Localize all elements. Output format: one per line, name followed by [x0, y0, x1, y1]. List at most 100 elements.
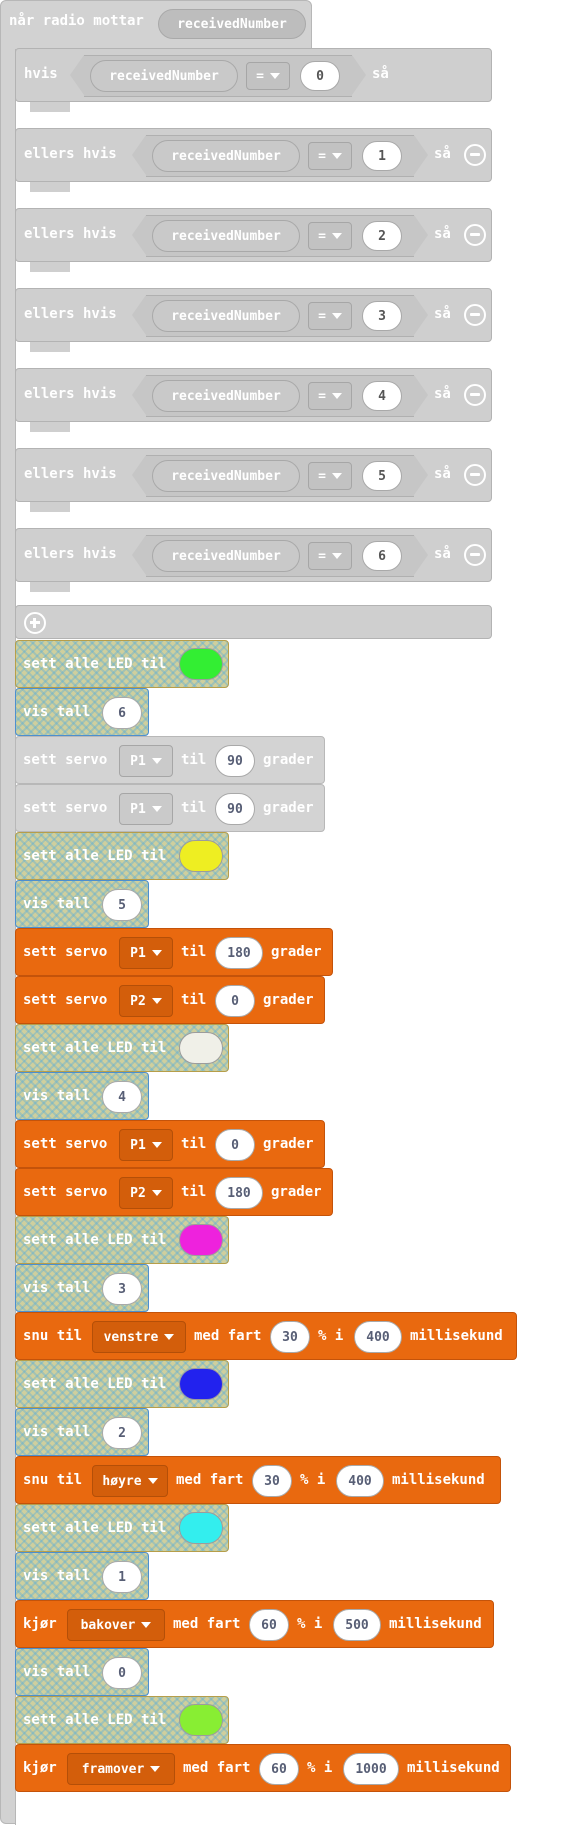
speed-value[interactable]: 30	[270, 1321, 310, 1353]
show-number-block[interactable]: vis tall 0	[15, 1648, 149, 1696]
compare-value[interactable]: 0	[300, 61, 340, 91]
operator-dropdown[interactable]: =	[308, 222, 352, 250]
set-servo-block[interactable]: sett servo P1 til 90 grader	[15, 784, 325, 832]
servo-degrees-value[interactable]: 90	[215, 793, 255, 825]
remove-branch-icon[interactable]	[464, 224, 486, 246]
speed-value[interactable]: 60	[249, 1609, 289, 1641]
operator-dropdown[interactable]: =	[308, 542, 352, 570]
set-servo-block[interactable]: sett servo P1 til 0 grader	[15, 1120, 325, 1168]
set-all-led-block[interactable]: sett alle LED til	[15, 1024, 229, 1072]
compare-block[interactable]: receivedNumber = 5	[132, 455, 428, 497]
show-number-value[interactable]: 6	[102, 697, 142, 729]
remove-branch-icon[interactable]	[464, 464, 486, 486]
remove-branch-icon[interactable]	[464, 544, 486, 566]
show-number-block[interactable]: vis tall 1	[15, 1552, 149, 1600]
led-color-swatch[interactable]	[179, 1224, 223, 1256]
compare-value[interactable]: 4	[362, 381, 402, 411]
led-color-swatch[interactable]	[179, 648, 223, 680]
variable-pill[interactable]: receivedNumber	[90, 60, 238, 92]
duration-value[interactable]: 1000	[343, 1753, 399, 1785]
set-servo-block[interactable]: sett servo P2 til 0 grader	[15, 976, 325, 1024]
show-number-value[interactable]: 0	[102, 1657, 142, 1689]
drive-direction-dropdown[interactable]: framover	[67, 1753, 175, 1785]
show-number-value[interactable]: 1	[102, 1561, 142, 1593]
remove-branch-icon[interactable]	[464, 144, 486, 166]
set-all-led-block[interactable]: sett alle LED til	[15, 1360, 229, 1408]
variable-pill[interactable]: receivedNumber	[152, 300, 300, 332]
variable-pill[interactable]: receivedNumber	[152, 380, 300, 412]
compare-block[interactable]: receivedNumber = 0	[70, 55, 366, 97]
compare-value[interactable]: 6	[362, 541, 402, 571]
compare-value[interactable]: 3	[362, 301, 402, 331]
operator-dropdown[interactable]: =	[308, 462, 352, 490]
servo-pin-dropdown[interactable]: P1	[119, 745, 173, 777]
turn-block[interactable]: snu til venstre med fart 30 % i 400 millisekun…	[15, 1312, 517, 1360]
set-all-led-block[interactable]: sett alle LED til	[15, 832, 229, 880]
speed-value[interactable]: 30	[252, 1465, 292, 1497]
servo-pin-dropdown[interactable]: P1	[119, 937, 173, 969]
drive-block[interactable]: kjør framover med fart 60 % i 1000 millisekund	[15, 1744, 511, 1792]
operator-dropdown[interactable]: =	[308, 382, 352, 410]
turn-direction-dropdown[interactable]: høyre	[92, 1465, 168, 1497]
servo-degrees-value[interactable]: 0	[215, 985, 255, 1017]
else-if-row: ellers hvis receivedNumber = 4 så	[15, 368, 492, 422]
compare-value[interactable]: 1	[362, 141, 402, 171]
remove-branch-icon[interactable]	[464, 304, 486, 326]
servo-pin-dropdown[interactable]: P1	[119, 1129, 173, 1161]
compare-block[interactable]: receivedNumber = 6	[132, 535, 428, 577]
servo-pin-dropdown[interactable]: P1	[119, 793, 173, 825]
show-number-value[interactable]: 4	[102, 1081, 142, 1113]
set-all-led-block[interactable]: sett alle LED til	[15, 640, 229, 688]
set-servo-block[interactable]: sett servo P2 til 180 grader	[15, 1168, 333, 1216]
operator-dropdown[interactable]: =	[308, 142, 352, 170]
servo-pin-dropdown[interactable]: P2	[119, 1177, 173, 1209]
remove-branch-icon[interactable]	[464, 384, 486, 406]
show-number-block[interactable]: vis tall 3	[15, 1264, 149, 1312]
compare-value[interactable]: 5	[362, 461, 402, 491]
servo-degrees-value[interactable]: 180	[215, 1177, 263, 1209]
servo-pin-dropdown[interactable]: P2	[119, 985, 173, 1017]
set-servo-block[interactable]: sett servo P1 til 180 grader	[15, 928, 333, 976]
show-number-block[interactable]: vis tall 2	[15, 1408, 149, 1456]
compare-block[interactable]: receivedNumber = 3	[132, 295, 428, 337]
servo-degrees-value[interactable]: 0	[215, 1129, 255, 1161]
compare-value[interactable]: 2	[362, 221, 402, 251]
variable-pill[interactable]: receivedNumber	[152, 140, 300, 172]
led-color-swatch[interactable]	[179, 1704, 223, 1736]
set-all-led-block[interactable]: sett alle LED til	[15, 1696, 229, 1744]
show-number-value[interactable]: 5	[102, 889, 142, 921]
operator-dropdown[interactable]: =	[308, 302, 352, 330]
show-number-value[interactable]: 3	[102, 1273, 142, 1305]
led-color-swatch[interactable]	[179, 1512, 223, 1544]
variable-pill[interactable]: receivedNumber	[152, 220, 300, 252]
set-all-led-block[interactable]: sett alle LED til	[15, 1216, 229, 1264]
drive-direction-dropdown[interactable]: bakover	[67, 1609, 165, 1641]
led-color-swatch[interactable]	[179, 1368, 223, 1400]
servo-degrees-value[interactable]: 180	[215, 937, 263, 969]
variable-pill[interactable]: receivedNumber	[152, 460, 300, 492]
set-servo-block[interactable]: sett servo P1 til 90 grader	[15, 736, 325, 784]
led-color-swatch[interactable]	[179, 1032, 223, 1064]
show-number-value[interactable]: 2	[102, 1417, 142, 1449]
servo-degrees-value[interactable]: 90	[215, 745, 255, 777]
drive-block[interactable]: kjør bakover med fart 60 % i 500 millisekund	[15, 1600, 494, 1648]
variable-pill[interactable]: receivedNumber	[152, 540, 300, 572]
compare-block[interactable]: receivedNumber = 1	[132, 135, 428, 177]
speed-value[interactable]: 60	[259, 1753, 299, 1785]
show-number-block[interactable]: vis tall 5	[15, 880, 149, 928]
show-number-block[interactable]: vis tall 4	[15, 1072, 149, 1120]
compare-block[interactable]: receivedNumber = 4	[132, 375, 428, 417]
received-number-param[interactable]: receivedNumber	[158, 9, 306, 39]
operator-dropdown[interactable]: =	[246, 62, 290, 90]
duration-value[interactable]: 400	[336, 1465, 384, 1497]
turn-block[interactable]: snu til høyre med fart 30 % i 400 millisekund	[15, 1456, 501, 1504]
set-all-led-block[interactable]: sett alle LED til	[15, 1504, 229, 1552]
turn-direction-dropdown[interactable]: venstre	[92, 1321, 186, 1353]
duration-value[interactable]: 500	[333, 1609, 381, 1641]
add-else-if-icon[interactable]	[24, 612, 46, 634]
show-number-block[interactable]: vis tall 6	[15, 688, 149, 736]
duration-value[interactable]: 400	[354, 1321, 402, 1353]
led-color-swatch[interactable]	[179, 840, 223, 872]
servo-unit-label: grader	[263, 992, 314, 1008]
compare-block[interactable]: receivedNumber = 2	[132, 215, 428, 257]
